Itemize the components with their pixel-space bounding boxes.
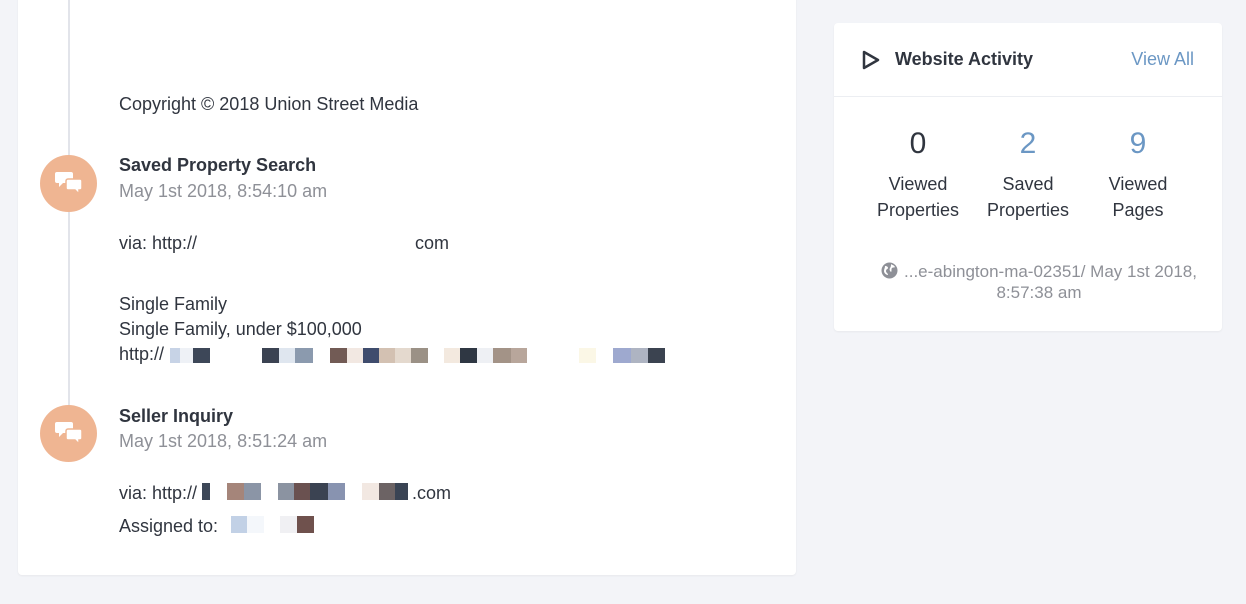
stat-saved-properties[interactable]: 2 Saved Properties bbox=[973, 127, 1083, 223]
chat-bubbles-icon bbox=[55, 422, 83, 446]
stat-value: 0 bbox=[909, 127, 927, 160]
stat-value: 2 bbox=[1019, 127, 1037, 160]
stat-viewed-properties[interactable]: 0 Viewed Properties bbox=[863, 127, 973, 223]
last-visited-page[interactable]: ...e-abington-ma-02351/ May 1st 2018, 8:… bbox=[874, 261, 1204, 303]
redacted-url bbox=[170, 348, 665, 363]
stat-label: Viewed Pages bbox=[1108, 174, 1168, 220]
event-avatar bbox=[40, 155, 97, 212]
event-via-prefix: via: http:// bbox=[119, 483, 198, 503]
stat-value: 9 bbox=[1129, 127, 1147, 160]
event-via-suffix: com bbox=[415, 233, 450, 253]
event-via-suffix: .com bbox=[412, 483, 452, 503]
play-icon bbox=[862, 50, 880, 70]
activity-timeline-card: Copyright © 2018 Union Street Media Save… bbox=[18, 0, 796, 575]
redacted-url bbox=[202, 483, 408, 500]
assigned-to-label: Assigned to: bbox=[119, 516, 219, 536]
search-link-prefix: http:// bbox=[119, 344, 165, 364]
globe-icon bbox=[881, 262, 898, 279]
stat-label: Saved Properties bbox=[986, 174, 1070, 220]
stat-viewed-pages[interactable]: 9 Viewed Pages bbox=[1083, 127, 1193, 223]
event-via-prefix: via: http:// bbox=[119, 233, 198, 253]
search-criteria-line: Single Family, under $100,000 bbox=[119, 319, 362, 339]
chat-bubbles-icon bbox=[55, 172, 83, 196]
event-title: Seller Inquiry bbox=[119, 406, 234, 426]
copyright-text: Copyright © 2018 Union Street Media bbox=[119, 94, 419, 114]
event-timestamp: May 1st 2018, 8:51:24 am bbox=[119, 431, 328, 451]
website-activity-title: Website Activity bbox=[895, 49, 1034, 69]
view-all-link[interactable]: View All bbox=[1131, 49, 1194, 70]
event-timestamp: May 1st 2018, 8:54:10 am bbox=[119, 181, 328, 201]
event-title: Saved Property Search bbox=[119, 155, 317, 175]
stat-label: Viewed Properties bbox=[876, 174, 960, 220]
event-avatar bbox=[40, 405, 97, 462]
website-activity-card: Website Activity View All 0 Viewed Prope… bbox=[834, 23, 1222, 331]
website-activity-header: Website Activity View All bbox=[834, 23, 1222, 97]
last-visit-text: ...e-abington-ma-02351/ May 1st 2018, 8:… bbox=[904, 262, 1197, 302]
redacted-assignee bbox=[231, 516, 314, 533]
search-criteria-line: Single Family bbox=[119, 294, 228, 314]
